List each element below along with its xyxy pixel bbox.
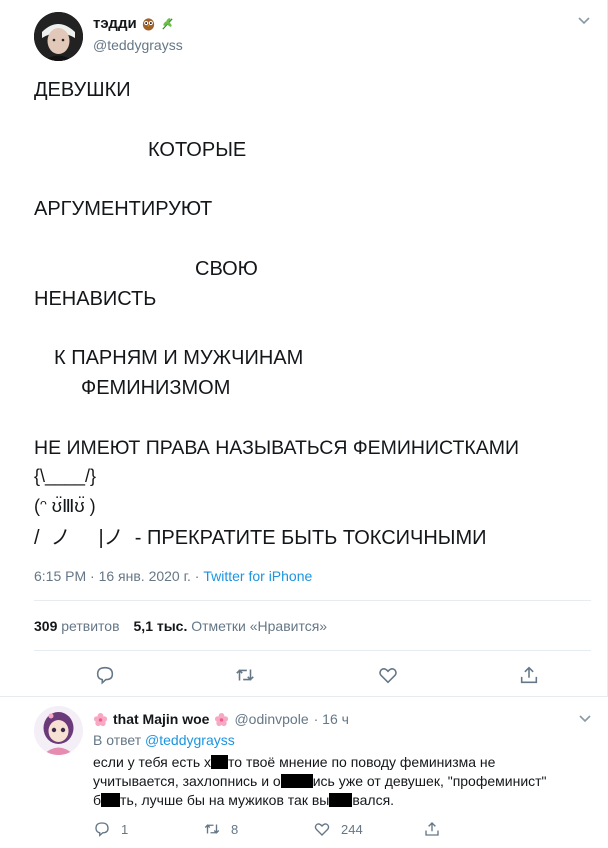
reply-retweet-button[interactable]: 8 bbox=[203, 820, 313, 838]
like-icon bbox=[314, 823, 330, 836]
share-icon[interactable] bbox=[518, 664, 540, 686]
tweet-text-line: КОТОРЫЕ bbox=[148, 139, 247, 161]
share-icon bbox=[425, 822, 439, 836]
like-icon[interactable] bbox=[377, 664, 399, 686]
reply-text-part: ть, лучше бы на мужиков так вы bbox=[120, 792, 330, 808]
reply-tweet[interactable]: that Majin woe @odinvpole · 16 ч В ответ… bbox=[0, 698, 608, 848]
tweet-text-line: К ПАРНЯМ И МУЖЧИНАМ bbox=[54, 347, 304, 369]
owl-emoji bbox=[142, 18, 154, 31]
likes-stat[interactable]: 5,1 тыс. Отметки «Нравится» bbox=[134, 618, 328, 634]
cherry-blossom-emoji bbox=[93, 712, 108, 726]
reply-header: that Majin woe @odinvpole · 16 ч bbox=[93, 711, 349, 727]
reply-to-prefix: В ответ bbox=[93, 732, 146, 748]
reply-text-part: если у тебя есть х bbox=[93, 754, 212, 770]
like-count: 244 bbox=[341, 821, 363, 837]
reply-reply-button[interactable]: 1 bbox=[93, 820, 203, 838]
reply-count: 1 bbox=[121, 821, 129, 837]
chevron-down-icon[interactable] bbox=[578, 714, 592, 724]
avatar[interactable] bbox=[34, 12, 83, 61]
tweet-text-line: / ノ |ノ - ПРЕКРАТИТЕ БЫТЬ ТОКСИЧНЫМИ bbox=[34, 527, 487, 549]
tweet-timestamp[interactable]: 6:15 PM · 16 янв. 2020 г. · bbox=[34, 568, 203, 584]
chevron-down-icon[interactable] bbox=[577, 16, 591, 26]
reply-text-part: то твоё мнение по поводу феминизма не bbox=[228, 754, 496, 770]
tweet-text-line: НЕНАВИСТЬ bbox=[34, 288, 157, 310]
reply-text-part: учитывается, захлопнись и о bbox=[93, 773, 281, 789]
likes-count: 5,1 тыс. bbox=[133, 618, 188, 634]
tweet-text-line: ДЕВУШКИ bbox=[34, 79, 131, 101]
retweet-icon[interactable] bbox=[234, 664, 256, 686]
reply-to-context: В ответ @teddygrayss bbox=[93, 732, 235, 748]
avatar[interactable] bbox=[34, 706, 83, 755]
likes-label: Отметки «Нравится» bbox=[191, 618, 328, 634]
tweet-metadata: 6:15 PM · 16 янв. 2020 г. · Twitter for … bbox=[34, 568, 312, 584]
reply-icon bbox=[95, 822, 109, 837]
divider bbox=[34, 650, 591, 651]
tweet-text-line: СВОЮ bbox=[195, 258, 258, 280]
reply-icon[interactable] bbox=[94, 664, 116, 686]
reply-text: если у тебя есть х то твоё мнение по пово… bbox=[93, 753, 583, 810]
divider bbox=[34, 600, 591, 601]
author-name-text[interactable]: тэдди bbox=[93, 15, 137, 32]
reply-timestamp[interactable]: · 16 ч bbox=[314, 711, 349, 727]
reply-author-handle[interactable]: @odinvpole bbox=[234, 711, 308, 727]
tweet-text-line: {\____/} bbox=[34, 466, 97, 486]
redaction-block bbox=[211, 755, 229, 769]
redaction-block bbox=[101, 793, 121, 807]
reply-like-button[interactable]: 244 bbox=[313, 820, 423, 838]
reply-text-part: ись уже от девушек, "профеминист" bbox=[312, 773, 547, 789]
tweet-source-link[interactable]: Twitter for iPhone bbox=[203, 568, 312, 584]
reply-share-button[interactable] bbox=[423, 820, 533, 838]
author-handle[interactable]: @teddygrayss bbox=[93, 37, 183, 53]
herb-emoji bbox=[162, 18, 173, 30]
retweets-count: 309 bbox=[34, 618, 58, 634]
author-name[interactable]: тэдди bbox=[93, 15, 175, 32]
redaction-block bbox=[329, 793, 353, 807]
reply-actions: 1 8 244 bbox=[93, 820, 533, 838]
reply-text-part: б bbox=[93, 792, 102, 808]
retweets-stat[interactable]: 309 ретвитов bbox=[34, 618, 120, 634]
retweet-count: 8 bbox=[231, 821, 239, 837]
tweet-text-line: ФЕМИНИЗМОМ bbox=[81, 377, 231, 399]
tweet-text-line: НЕ ИМЕЮТ ПРАВА НАЗЫВАТЬСЯ ФЕМИНИСТКАМИ bbox=[34, 437, 519, 459]
reply-to-mention[interactable]: @teddygrayss bbox=[145, 732, 235, 748]
tweet-stats: 309 ретвитов 5,1 тыс. Отметки «Нравится» bbox=[34, 618, 327, 634]
retweets-label: ретвитов bbox=[61, 618, 120, 634]
retweet-icon bbox=[204, 824, 220, 834]
redaction-block bbox=[280, 774, 313, 788]
tweet-text-line: АРГУМЕНТИРУЮТ bbox=[34, 198, 213, 220]
reply-author-name[interactable]: that Majin woe bbox=[113, 711, 209, 727]
tweet-text-line: (ᵔ ʊ̈Ⅲʊ̈ ) bbox=[34, 496, 96, 516]
cherry-blossom-emoji bbox=[215, 712, 229, 726]
main-tweet: тэдди @teddygrayss ДЕВУШКИ КОТОРЫЕ АРГУМ… bbox=[0, 0, 608, 697]
reply-text-part: вался. bbox=[352, 792, 395, 808]
